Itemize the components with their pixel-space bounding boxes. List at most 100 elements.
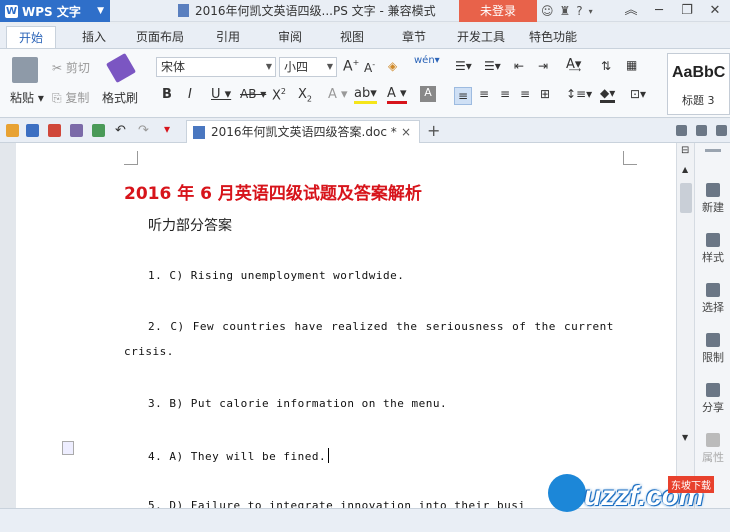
document-title: 2016 年 6 月英语四级试题及答案解析 bbox=[124, 184, 422, 204]
increase-indent-button[interactable]: ⇥ bbox=[538, 59, 548, 73]
decrease-indent-button[interactable]: ⇤ bbox=[514, 59, 524, 73]
app-name: WPS 文字 bbox=[22, 4, 81, 19]
redo-icon[interactable]: ↷ bbox=[138, 123, 149, 138]
document-canvas[interactable]: 2016 年 6 月英语四级试题及答案解析 听力部分答案 1. C) Risin… bbox=[0, 143, 676, 508]
new-button[interactable]: 新建 bbox=[695, 183, 730, 215]
tab-features[interactable]: 特色功能 bbox=[524, 26, 582, 48]
pen-icon[interactable] bbox=[696, 125, 707, 136]
superscript-button[interactable]: X2 bbox=[272, 87, 286, 103]
show-marks-button[interactable]: ▦ bbox=[626, 58, 637, 72]
wps-app-menu-button[interactable]: W WPS 文字 ▼ bbox=[0, 0, 110, 22]
sort-button[interactable]: ⇅ bbox=[601, 59, 611, 73]
align-left-button[interactable]: ≡ bbox=[454, 87, 472, 105]
ribbon-toolbar: 粘贴 ▾ ✂ 剪切 ⎘ 复制 格式刷 宋体 ▼ 小四 ▼ A+ A- ◈ wén▾ … bbox=[0, 48, 730, 118]
save-icon[interactable] bbox=[26, 124, 39, 137]
copy-button[interactable]: ⎘ 复制 bbox=[52, 89, 89, 106]
borders-button[interactable]: ⊡▾ bbox=[630, 87, 646, 101]
align-center-button[interactable]: ≡ bbox=[479, 87, 489, 101]
customize-qat-icon[interactable]: ▾ bbox=[164, 122, 170, 136]
format-painter-icon[interactable] bbox=[105, 52, 137, 84]
font-name-select[interactable]: 宋体 ▼ bbox=[156, 57, 276, 77]
title-bar: W WPS 文字 ▼ 2016年何凯文英语四级...PS 文字 - 兼容模式 未… bbox=[0, 0, 730, 22]
document-page[interactable]: 2016 年 6 月英语四级试题及答案解析 听力部分答案 1. C) Risin… bbox=[16, 143, 676, 508]
shrink-font-icon[interactable]: A- bbox=[364, 60, 375, 75]
restore-button[interactable]: ❐ bbox=[674, 0, 700, 22]
scroll-down-icon[interactable]: ▼ bbox=[682, 433, 688, 442]
tab-insert[interactable]: 插入 bbox=[72, 26, 116, 48]
select-button[interactable]: 选择 bbox=[695, 283, 730, 315]
share-icon[interactable] bbox=[716, 125, 727, 136]
restrict-button[interactable]: 限制 bbox=[695, 333, 730, 365]
subscript-button[interactable]: X2 bbox=[298, 87, 312, 104]
window-title-text: 2016年何凯文英语四级...PS 文字 - 兼容模式 bbox=[195, 4, 436, 18]
open-icon[interactable] bbox=[6, 124, 19, 137]
underline-button[interactable]: U ▾ bbox=[211, 87, 231, 102]
cut-button[interactable]: ✂ 剪切 bbox=[52, 59, 90, 76]
properties-button[interactable]: 属性 bbox=[695, 433, 730, 465]
print-preview-icon[interactable] bbox=[92, 124, 105, 137]
char-shading-button[interactable]: A bbox=[420, 86, 436, 102]
tab-home[interactable]: 开始 bbox=[6, 26, 56, 48]
doc-file-icon bbox=[193, 126, 205, 139]
collapse-ribbon-button[interactable]: ︽ bbox=[618, 0, 644, 22]
highlight-button[interactable]: ab▾ bbox=[354, 86, 377, 104]
close-button[interactable]: ✕ bbox=[702, 0, 728, 22]
answer-line: 5. D) Failure to integrate innovation in… bbox=[148, 499, 526, 508]
skin-icon[interactable]: ☺ bbox=[541, 4, 554, 18]
login-button[interactable]: 未登录 bbox=[459, 0, 537, 22]
tab-view[interactable]: 视图 bbox=[330, 26, 374, 48]
shading-button[interactable]: ◆▾ bbox=[600, 86, 616, 103]
styles-button[interactable]: 样式 bbox=[695, 233, 730, 265]
paste-button[interactable]: 粘贴 ▾ bbox=[10, 89, 44, 106]
site-watermark-logo: uzzf.com 东坡下载 bbox=[548, 470, 728, 518]
minimize-button[interactable]: ─ bbox=[646, 0, 672, 22]
print-icon[interactable] bbox=[70, 124, 83, 137]
clear-format-icon[interactable]: ◈ bbox=[388, 59, 397, 73]
chevron-down-icon[interactable]: ▾ bbox=[589, 7, 593, 16]
tab-review[interactable]: 审阅 bbox=[268, 26, 312, 48]
document-tab[interactable]: 2016年何凯文英语四级答案.doc * × bbox=[186, 120, 420, 143]
new-tab-icon[interactable]: + bbox=[427, 119, 440, 143]
tab-page-layout[interactable]: 页面布局 bbox=[132, 26, 188, 48]
bold-button[interactable]: B bbox=[162, 87, 172, 102]
cut-label: 剪切 bbox=[65, 61, 90, 75]
tab-section[interactable]: 章节 bbox=[392, 26, 436, 48]
bullets-button[interactable]: ☰▾ bbox=[455, 59, 472, 73]
tab-references[interactable]: 引用 bbox=[206, 26, 250, 48]
font-size-select[interactable]: 小四 ▼ bbox=[279, 57, 337, 77]
properties-label: 属性 bbox=[702, 451, 724, 464]
font-color-button[interactable]: A ▾ bbox=[387, 86, 407, 104]
watermark-badge: 东坡下载 bbox=[668, 476, 714, 493]
italic-button[interactable]: I bbox=[188, 87, 192, 102]
paragraph-layout-icon[interactable] bbox=[62, 441, 74, 455]
font-size-value: 小四 bbox=[284, 60, 309, 74]
paste-icon[interactable] bbox=[12, 57, 38, 83]
justify-button[interactable]: ≡ bbox=[520, 87, 530, 101]
style-gallery-heading3[interactable]: AaBbC 标题 3 bbox=[667, 53, 730, 115]
text-effect-button[interactable]: A ▾ bbox=[328, 87, 348, 102]
scroll-up-icon[interactable]: ▲ bbox=[682, 165, 688, 174]
grow-font-icon[interactable]: A+ bbox=[343, 58, 359, 75]
window-title: 2016年何凯文英语四级...PS 文字 - 兼容模式 bbox=[178, 0, 436, 22]
pane-menu-icon[interactable] bbox=[705, 149, 721, 152]
help-icon[interactable]: ? bbox=[576, 4, 582, 18]
numbering-button[interactable]: ☰▾ bbox=[484, 59, 501, 73]
phonetic-guide-icon[interactable]: wén▾ bbox=[414, 55, 440, 66]
undo-icon[interactable]: ↶ bbox=[115, 123, 126, 138]
share-button[interactable]: 分享 bbox=[695, 383, 730, 415]
format-painter-button[interactable]: 格式刷 bbox=[102, 89, 138, 106]
vertical-scrollbar[interactable]: ⊟ ▲ ▼ bbox=[676, 143, 694, 508]
share-icon bbox=[706, 383, 720, 397]
scroll-settings-icon[interactable]: ⊟ bbox=[681, 145, 689, 156]
strikethrough-button[interactable]: AB ▾ bbox=[240, 87, 266, 101]
panel-toggle-icon[interactable] bbox=[676, 125, 687, 136]
shirt-icon[interactable]: ♜ bbox=[560, 4, 571, 18]
scrollbar-thumb[interactable] bbox=[680, 183, 692, 213]
chinese-layout-button[interactable]: A͢▾ bbox=[566, 57, 581, 72]
distributed-button[interactable]: ⊞ bbox=[540, 87, 550, 101]
line-spacing-button[interactable]: ↕≡▾ bbox=[566, 87, 592, 101]
export-pdf-icon[interactable] bbox=[48, 124, 61, 137]
tab-developer[interactable]: 开发工具 bbox=[452, 26, 510, 48]
align-right-button[interactable]: ≡ bbox=[500, 87, 510, 101]
close-tab-icon[interactable]: × bbox=[401, 121, 411, 143]
